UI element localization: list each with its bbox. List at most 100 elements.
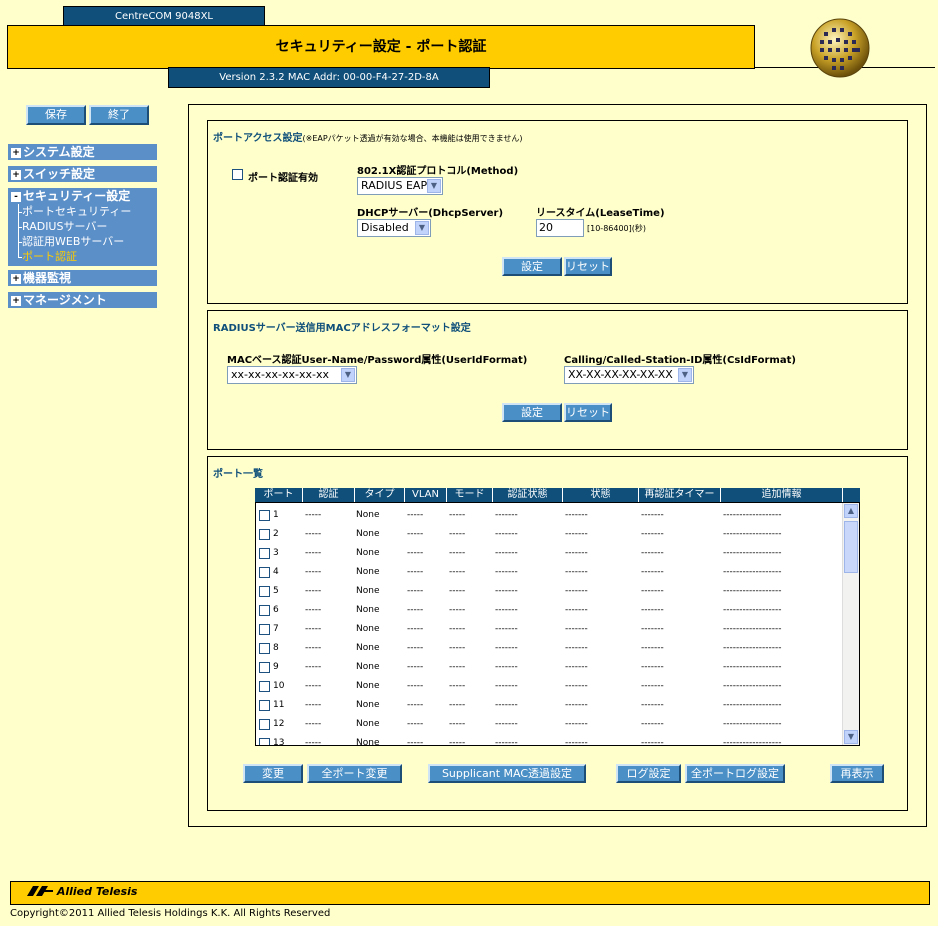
sidebar-item-auth-web-server[interactable]: 認証用WEBサーバー <box>22 235 124 249</box>
lease-range-hint: [10-86400](秒) <box>587 224 646 233</box>
cell-auth-state: ------- <box>495 586 518 596</box>
table-row: 2 ----- None ----- ----- ------- ------- ------… <box>256 524 844 543</box>
column-header-auth-state: 認証状態 <box>493 488 563 502</box>
cell-type: None <box>356 586 380 596</box>
cell-auth-state: ------- <box>495 719 518 729</box>
page-title: セキュリティー設定 - ポート認証 <box>7 25 755 69</box>
cell-mode: ----- <box>449 548 466 558</box>
port-access-reset-button[interactable]: リセット <box>564 257 612 276</box>
row-checkbox[interactable] <box>259 700 270 711</box>
sidebar-item-management[interactable]: + マネージメント <box>8 292 157 308</box>
column-header-vlan: VLAN <box>405 488 447 502</box>
row-checkbox[interactable] <box>259 529 270 540</box>
row-checkbox[interactable] <box>259 662 270 673</box>
sidebar-item-security[interactable]: - セキュリティー設定 <box>8 188 157 204</box>
port-number: 11 <box>273 700 285 710</box>
userid-format-select[interactable]: xx-xx-xx-xx-xx-xx ▼ <box>227 366 357 384</box>
port-number: 10 <box>273 681 285 691</box>
cell-info: ------------------ <box>723 567 782 577</box>
method-label: 802.1X認証プロトコル(Method) <box>357 166 519 177</box>
cell-vlan: ----- <box>407 643 424 653</box>
port-list[interactable]: 1 ----- None ----- ----- ------- ------- ------… <box>255 502 860 746</box>
chevron-up-icon[interactable]: ▲ <box>844 504 858 518</box>
row-checkbox[interactable] <box>259 643 270 654</box>
cell-timer: ------- <box>641 529 664 539</box>
cell-type: None <box>356 548 380 558</box>
scrollbar[interactable]: ▲ ▼ <box>842 503 859 745</box>
sidebar-item-label: 機器監視 <box>23 271 72 285</box>
row-checkbox[interactable] <box>259 738 270 745</box>
row-checkbox[interactable] <box>259 681 270 692</box>
refresh-button[interactable]: 再表示 <box>830 764 884 783</box>
globe-logo-icon <box>810 18 870 78</box>
expand-icon: + <box>11 274 21 284</box>
row-checkbox[interactable] <box>259 624 270 635</box>
cell-vlan: ----- <box>407 662 424 672</box>
row-checkbox[interactable] <box>259 567 270 578</box>
row-checkbox[interactable] <box>259 548 270 559</box>
port-number: 6 <box>273 605 279 615</box>
cell-vlan: ----- <box>407 510 424 520</box>
column-header-state: 状態 <box>563 488 639 502</box>
row-checkbox[interactable] <box>259 719 270 730</box>
cell-state: ------- <box>565 567 588 577</box>
radius-format-reset-button[interactable]: リセット <box>564 403 612 422</box>
cell-timer: ------- <box>641 624 664 634</box>
change-all-button[interactable]: 全ポート変更 <box>307 764 402 783</box>
footer-logo-text: Allied Telesis <box>56 885 138 898</box>
port-number: 9 <box>273 662 279 672</box>
model-label: CentreCOM 9048XL <box>63 6 265 27</box>
cell-info: ------------------ <box>723 605 782 615</box>
cell-vlan: ----- <box>407 738 424 746</box>
row-checkbox[interactable] <box>259 605 270 616</box>
cell-info: ------------------ <box>723 719 782 729</box>
row-checkbox[interactable] <box>259 586 270 597</box>
column-header-type: タイプ <box>355 488 405 502</box>
cell-auth: ----- <box>305 529 322 539</box>
version-label: Version 2.3.2 MAC Addr: 00-00-F4-27-2D-8… <box>168 67 490 88</box>
lease-time-input[interactable]: 20 <box>536 219 584 237</box>
scrollbar-thumb[interactable] <box>844 521 858 573</box>
csid-format-select[interactable]: XX-XX-XX-XX-XX-XX ▼ <box>564 366 694 384</box>
sidebar-item-port-auth[interactable]: ポート認証 <box>22 250 77 264</box>
cell-auth: ----- <box>305 700 322 710</box>
sidebar-item-port-security[interactable]: ポートセキュリティー <box>22 205 131 219</box>
sidebar-item-monitor[interactable]: + 機器監視 <box>8 270 157 286</box>
cell-timer: ------- <box>641 738 664 746</box>
save-button[interactable]: 保存 <box>26 105 86 125</box>
sidebar-item-system[interactable]: + システム設定 <box>8 144 157 160</box>
cell-state: ------- <box>565 529 588 539</box>
method-select[interactable]: RADIUS EAP ▼ <box>357 177 443 195</box>
port-number: 5 <box>273 586 279 596</box>
supplicant-mac-button[interactable]: Supplicant MAC透過設定 <box>428 764 586 783</box>
cell-vlan: ----- <box>407 605 424 615</box>
cell-state: ------- <box>565 662 588 672</box>
table-row: 3 ----- None ----- ----- ------- ------- ------… <box>256 543 844 562</box>
port-table-header: ポート 認証 タイプ VLAN モード 認証状態 状態 再認証タイマー 追加情報 <box>255 488 860 502</box>
cell-timer: ------- <box>641 567 664 577</box>
cell-mode: ----- <box>449 662 466 672</box>
log-settings-button[interactable]: ログ設定 <box>616 764 681 783</box>
chevron-down-icon[interactable]: ▼ <box>844 730 858 744</box>
cell-type: None <box>356 681 380 691</box>
section-title: ポートアクセス設定(※EAPパケット透過が有効な場合、本機能は使用できません) <box>213 129 523 144</box>
table-row: 6 ----- None ----- ----- ------- ------- ------… <box>256 600 844 619</box>
cell-timer: ------- <box>641 605 664 615</box>
expand-icon: + <box>11 148 21 158</box>
cell-state: ------- <box>565 586 588 596</box>
row-checkbox[interactable] <box>259 510 270 521</box>
port-access-set-button[interactable]: 設定 <box>502 257 562 276</box>
cell-state: ------- <box>565 643 588 653</box>
cell-vlan: ----- <box>407 567 424 577</box>
sidebar-item-radius-server[interactable]: RADIUSサーバー <box>22 220 107 234</box>
dhcp-select[interactable]: Disabled ▼ <box>357 219 431 237</box>
radius-format-set-button[interactable]: 設定 <box>502 403 562 422</box>
copyright-text: Copyright©2011 Allied Telesis Holdings K… <box>10 908 331 919</box>
log-all-button[interactable]: 全ポートログ設定 <box>685 764 785 783</box>
change-button[interactable]: 変更 <box>243 764 303 783</box>
port-auth-enable-checkbox[interactable] <box>232 169 243 180</box>
cell-info: ------------------ <box>723 586 782 596</box>
sidebar-item-switch[interactable]: + スイッチ設定 <box>8 166 157 182</box>
exit-button[interactable]: 終了 <box>89 105 149 125</box>
port-number: 2 <box>273 529 279 539</box>
